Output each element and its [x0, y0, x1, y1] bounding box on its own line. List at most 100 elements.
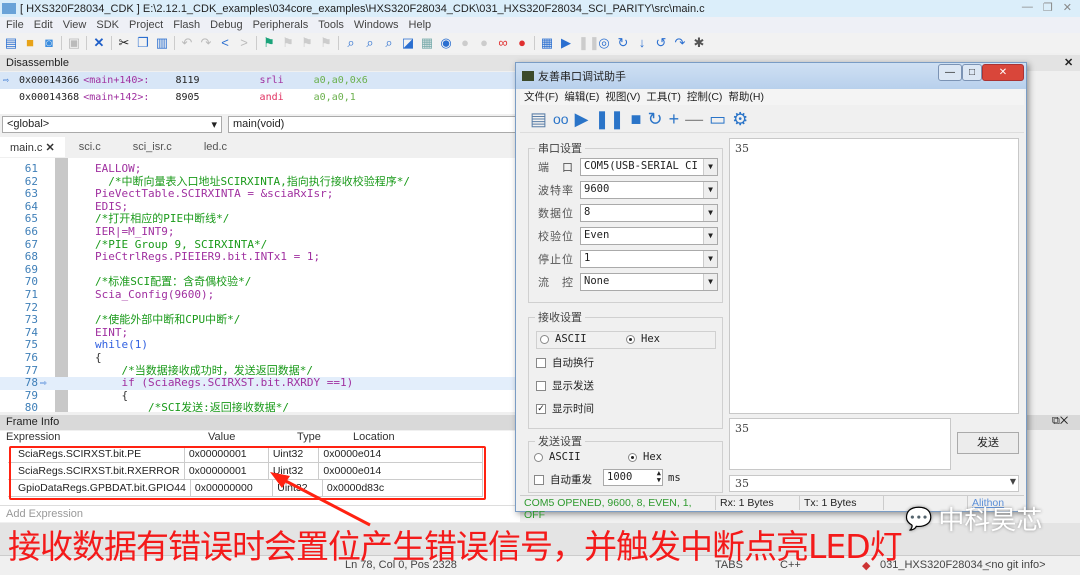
close-tab-icon[interactable]: ✕	[45, 142, 54, 154]
plus-icon[interactable]: +	[669, 109, 680, 130]
document-icon[interactable]: ▤	[530, 109, 547, 130]
forward-icon[interactable]: >	[237, 36, 251, 50]
layout-icon[interactable]: ▦	[420, 36, 434, 50]
field-select[interactable]: 1 ▼	[580, 250, 718, 268]
serial-menu-view[interactable]: 视图(V)	[605, 89, 640, 105]
window-icon[interactable]: ▭	[709, 109, 726, 130]
history-combo[interactable]: 35 ▼	[729, 475, 1019, 492]
run-icon[interactable]: ▶	[559, 36, 573, 50]
tab-led-c[interactable]: led.c	[194, 137, 237, 157]
open-folder-icon[interactable]: ■	[23, 36, 37, 50]
code-line[interactable]: 64 EDIS;	[0, 200, 515, 214]
breakpoint-icon[interactable]: ●	[458, 36, 472, 50]
code-line[interactable]: 69	[0, 263, 515, 277]
minus-icon[interactable]: —	[685, 109, 703, 130]
settings-gear-icon[interactable]: ⚙	[732, 109, 748, 130]
find-icon[interactable]: ⌕	[344, 36, 358, 50]
code-line[interactable]: 75 while(1)	[0, 339, 515, 352]
code-line[interactable]: 70/*标准SCI配置：含奇偶校验*/	[0, 276, 515, 289]
refresh-icon[interactable]: ◙	[42, 36, 56, 50]
close-panel-icon[interactable]: ✕	[1064, 56, 1073, 69]
send-button[interactable]: 发送	[957, 432, 1019, 454]
cut-icon[interactable]: ✂	[117, 36, 131, 50]
field-select[interactable]: COM5(USB-SERIAL CI ▼	[580, 158, 718, 176]
send-textarea[interactable]: 35	[729, 418, 951, 470]
close-file-icon[interactable]: ✕	[92, 36, 106, 50]
stepper-arrows-icon[interactable]: ▲ ▼	[657, 470, 661, 484]
column-type[interactable]: Type	[297, 431, 321, 445]
code-line[interactable]: 73 /*使能外部中断和CPU中断*/	[0, 314, 515, 327]
auto-wrap-checkbox[interactable]: 自动换行	[536, 355, 594, 370]
code-line[interactable]: 66 IER|=M_INT9;	[0, 225, 515, 239]
menu-view[interactable]: View	[63, 19, 87, 31]
close-button[interactable]: ✕	[1063, 1, 1072, 14]
breakpoint-disable-icon[interactable]: ●	[477, 36, 491, 50]
bookmark-clear-icon[interactable]: ⚑	[319, 36, 333, 50]
menu-peripherals[interactable]: Peripherals	[253, 19, 309, 31]
code-line[interactable]: 74 EINT;	[0, 326, 515, 340]
search-window-icon[interactable]: ⌕	[382, 36, 396, 50]
code-line[interactable]: 80 /*SCI发送:返回接收数据*/	[0, 402, 515, 412]
code-line[interactable]: 76 {	[0, 351, 515, 365]
run-to-cursor-icon[interactable]: ↷	[673, 36, 687, 50]
reset-icon[interactable]: ▦	[540, 36, 554, 50]
code-line[interactable]: 78 if (SciaRegs.SCIRXST.bit.RXRDY ==1) ⇨	[0, 377, 515, 390]
bookmark-next-icon[interactable]: ⚑	[300, 36, 314, 50]
serial-menu-help[interactable]: 帮助(H)	[728, 89, 764, 105]
breakpoint-link-icon[interactable]: ∞	[496, 36, 510, 50]
code-line[interactable]: 65/*打开相应的PIE中断线*/	[0, 213, 515, 226]
restore-button[interactable]: ❐	[1043, 1, 1053, 14]
undo-icon[interactable]: ↶	[180, 36, 194, 50]
tab-main-c[interactable]: main.c ✕	[0, 137, 65, 157]
auto-resend-checkbox[interactable]: 自动重发	[534, 472, 592, 487]
pause-icon[interactable]: ❚❚	[594, 109, 624, 130]
column-value[interactable]: Value	[208, 431, 235, 445]
column-location[interactable]: Location	[353, 431, 395, 445]
build-icon[interactable]: ◪	[401, 36, 415, 50]
back-icon[interactable]: <	[218, 36, 232, 50]
bug-icon[interactable]: ✱	[692, 36, 706, 50]
save-icon[interactable]: ▣	[67, 36, 81, 50]
serial-menu-file[interactable]: 文件(F)	[524, 89, 558, 105]
menu-tools[interactable]: Tools	[318, 19, 344, 31]
serial-close-button[interactable]: ✕	[982, 64, 1024, 81]
serial-menu-control[interactable]: 控制(C)	[687, 89, 723, 105]
copy-icon[interactable]: ❐	[136, 36, 150, 50]
bookmark-icon[interactable]: ⚑	[262, 36, 276, 50]
tab-sci-c[interactable]: sci.c	[69, 137, 111, 157]
serial-minimize-button[interactable]: —	[938, 64, 962, 81]
menu-windows[interactable]: Windows	[354, 19, 399, 31]
record-icon[interactable]: oo	[553, 111, 569, 127]
step-into-icon[interactable]: ↓	[635, 36, 649, 50]
bookmark-prev-icon[interactable]: ⚑	[281, 36, 295, 50]
code-line[interactable]: 63 PieVectTable.SCIRXINTA = &sciaRxIsr;	[0, 188, 515, 201]
find-in-files-icon[interactable]: ⌕	[363, 36, 377, 50]
menu-edit[interactable]: Edit	[34, 19, 53, 31]
receive-hex-radio[interactable]: Hex	[626, 333, 660, 345]
menu-sdk[interactable]: SDK	[96, 19, 119, 31]
send-hex-radio[interactable]: Hex	[628, 451, 662, 463]
disassembly-row-current[interactable]: ⇨ 0x00014366 <main+140>: 8119 srli a0,a0…	[0, 72, 520, 89]
field-select[interactable]: Even ▼	[580, 227, 718, 245]
serial-menu-tools[interactable]: 工具(T)	[646, 89, 680, 105]
scope-combo[interactable]: <global> ▾	[2, 116, 222, 133]
menu-flash[interactable]: Flash	[173, 19, 200, 31]
refresh-icon[interactable]: ↻	[647, 109, 662, 130]
code-line[interactable]: 72	[0, 301, 515, 315]
receive-ascii-radio[interactable]: ASCII	[540, 333, 587, 345]
disassembly-row[interactable]: 0x00014368 <main+142>: 8905 andi a0,a0,1	[0, 89, 520, 106]
resend-interval-stepper[interactable]: 1000 ▲ ▼	[603, 469, 663, 486]
show-time-checkbox[interactable]: ✓ 显示时间	[536, 401, 594, 416]
play-icon[interactable]: ▶	[575, 109, 589, 130]
new-file-icon[interactable]: ▤	[4, 36, 18, 50]
send-ascii-radio[interactable]: ASCII	[534, 451, 581, 463]
receive-textarea[interactable]: 35	[729, 138, 1019, 414]
stop-icon[interactable]: ■	[631, 109, 642, 130]
redo-icon[interactable]: ↷	[199, 36, 213, 50]
field-select[interactable]: None ▼	[580, 273, 718, 291]
serial-menu-edit[interactable]: 编辑(E)	[564, 89, 599, 105]
field-select[interactable]: 9600 ▼	[580, 181, 718, 199]
pause-icon[interactable]: ❚❚	[578, 36, 600, 50]
debug-icon[interactable]: ◉	[439, 36, 453, 50]
code-editor[interactable]: 61 EALLOW; 62 /*中断向量表入口地址SCIRXINTA,指向执行接收校…	[0, 158, 515, 412]
